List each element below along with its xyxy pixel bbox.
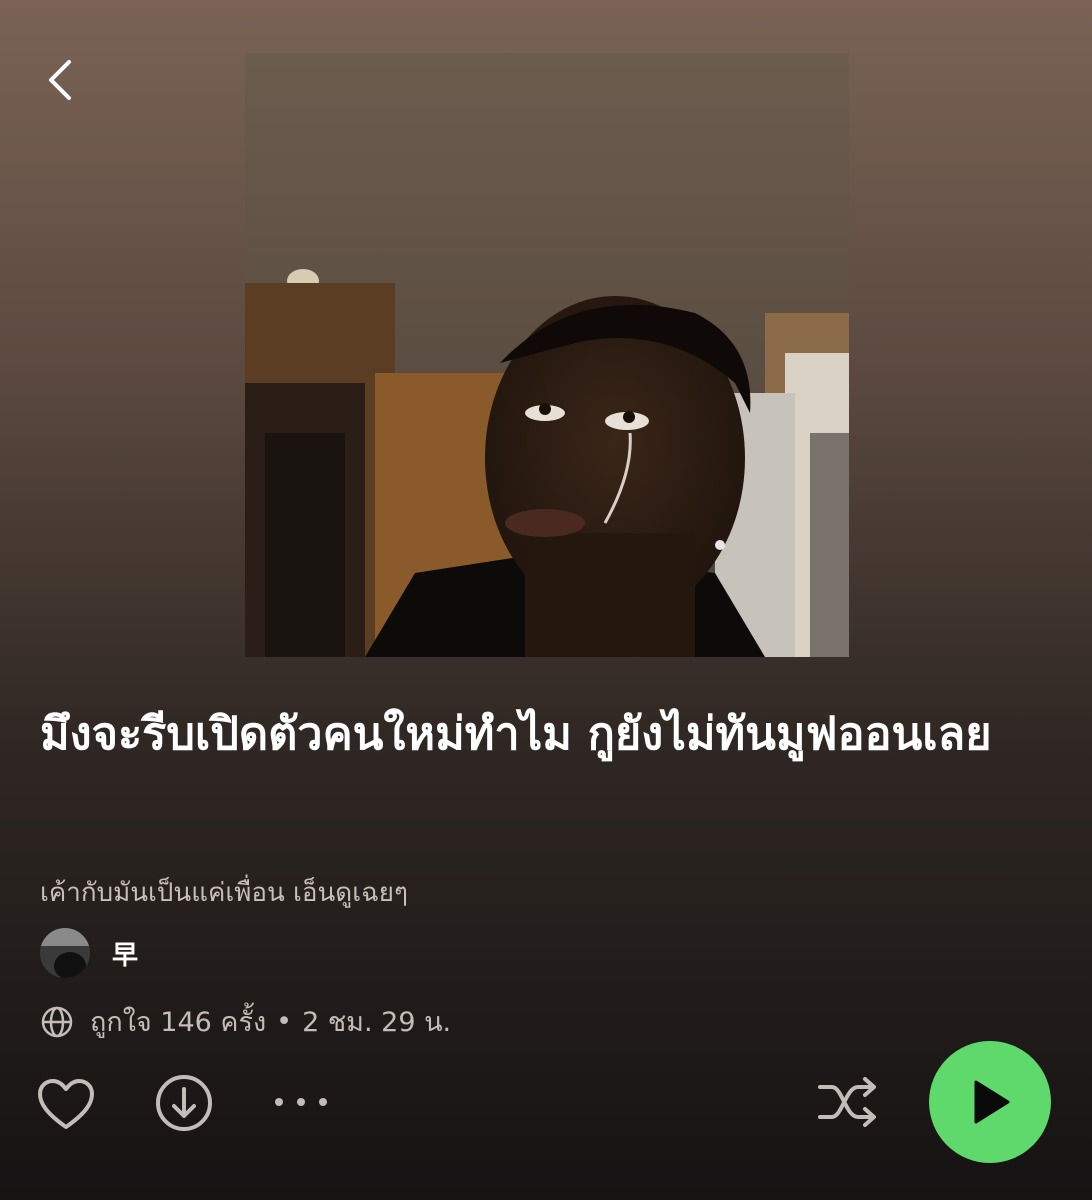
total-duration: 2 ชม. 29 น. bbox=[302, 1007, 452, 1038]
play-button[interactable] bbox=[929, 1041, 1051, 1163]
back-button[interactable] bbox=[30, 50, 90, 110]
globe-icon bbox=[40, 1005, 74, 1039]
shuffle-icon bbox=[818, 1077, 876, 1127]
meta-separator: • bbox=[276, 1006, 293, 1037]
heart-icon bbox=[38, 1079, 94, 1129]
play-icon bbox=[974, 1080, 1010, 1124]
playlist-title: มึงจะรีบเปิดตัวคนใหม่ทำไม กูยังไม่ทันมูฟ… bbox=[40, 707, 992, 760]
owner-name: 早 bbox=[112, 940, 139, 971]
more-icon bbox=[275, 1098, 327, 1106]
download-button[interactable] bbox=[153, 1072, 215, 1134]
owner-avatar bbox=[40, 928, 90, 978]
like-button[interactable] bbox=[34, 1072, 98, 1136]
download-icon bbox=[156, 1075, 212, 1131]
playlist-description: เค้ากับมันเป็นแค่เพื่อน เอ็นดูเฉยๆ bbox=[40, 878, 408, 908]
playlist-cover-image bbox=[245, 53, 849, 657]
shuffle-button[interactable] bbox=[815, 1072, 881, 1132]
more-options-button[interactable] bbox=[270, 1082, 332, 1122]
owner-row[interactable]: 早 bbox=[40, 928, 138, 978]
likes-count: ถูกใจ 146 ครั้ง bbox=[90, 1007, 267, 1038]
chevron-left-icon bbox=[49, 60, 71, 100]
playlist-meta: ถูกใจ 146 ครั้ง • 2 ชม. 29 น. bbox=[40, 1000, 451, 1043]
